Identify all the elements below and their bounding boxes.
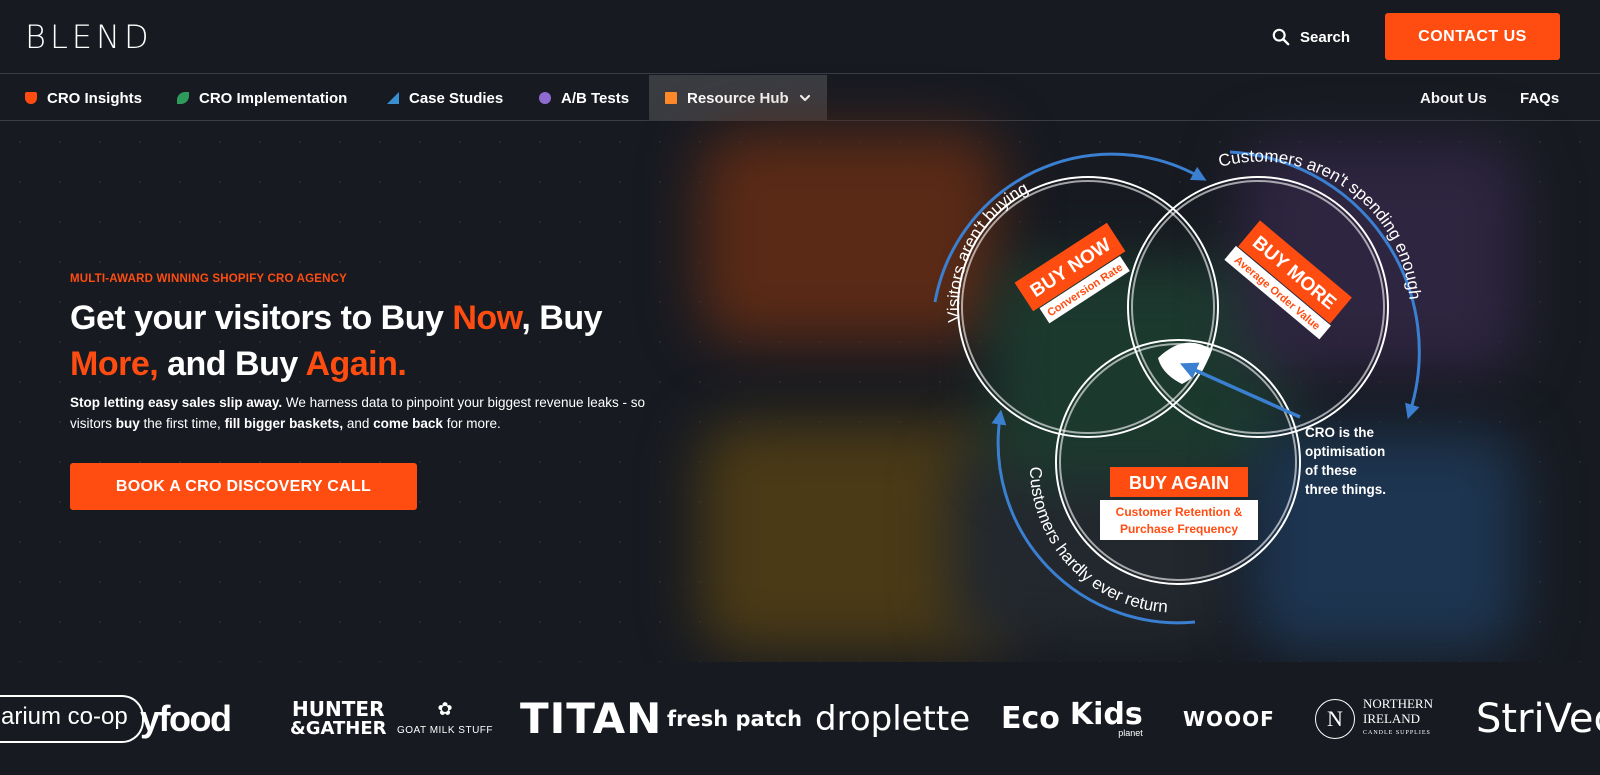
client-logo: ✿ GOAT MILK STUFF <box>397 662 493 775</box>
cro-note: CRO is the optimisation of these three t… <box>1305 425 1386 497</box>
logo-text: planet <box>1118 727 1143 738</box>
top-header: BLEND Search CONTACT US <box>0 0 1600 74</box>
flower-icon: ✿ <box>437 699 453 719</box>
nav-label: CRO Insights <box>47 89 143 107</box>
client-logo: HUNTER &GATHER <box>290 662 387 775</box>
client-logo: droplette <box>815 698 971 739</box>
buy-again-sublabel: Purchase Frequency <box>1120 522 1238 536</box>
subcopy-bold: fill bigger baskets, <box>224 416 344 431</box>
client-logo: N NORTHERN IRELAND CANDLE SUPPLIES <box>1315 662 1433 775</box>
logo-text-group: Kids planet <box>1069 696 1143 738</box>
nav-item-faqs[interactable]: FAQs <box>1520 75 1559 121</box>
nav-item-resource-hub[interactable]: Resource Hub <box>649 75 827 121</box>
logo-text: IRELAND <box>1363 711 1421 726</box>
subcopy-text: for more. <box>442 416 501 431</box>
nav-label: About Us <box>1420 89 1487 107</box>
hero-headline: Get your visitors to Buy Now, Buy More, … <box>70 295 690 387</box>
nav-item-case-studies[interactable]: Case Studies <box>387 75 503 121</box>
subcopy-text: and <box>343 416 374 431</box>
client-logo: fresh patch <box>667 706 803 731</box>
pointer-arrow <box>1180 362 1301 419</box>
buy-again-label: BUY AGAIN <box>1129 473 1229 493</box>
logo-text: HUNTER <box>292 696 385 721</box>
logo-text: GOAT MILK STUFF <box>397 725 494 736</box>
venn-intersection <box>1158 342 1212 384</box>
client-logo: arium co-op <box>0 662 144 775</box>
search-icon <box>1272 28 1290 46</box>
buy-more-badge: BUY MORE Average Order Value <box>1224 220 1352 340</box>
logo-text-group: NORTHERN IRELAND CANDLE SUPPLIES <box>1363 696 1433 741</box>
nav-label: A/B Tests <box>561 89 630 107</box>
nav-item-ab-tests[interactable]: A/B Tests <box>539 75 629 121</box>
arc-label-visitors: Visitors aren't buying <box>944 178 1031 323</box>
dot-icon <box>539 92 551 104</box>
headline-text: , Buy <box>521 299 602 337</box>
buy-again-sublabel: Customer Retention & <box>1116 505 1243 519</box>
nav-item-about-us[interactable]: About Us <box>1420 75 1487 121</box>
hero-section: MULTI-AWARD WINNING SHOPIFY CRO AGENCY G… <box>0 122 1600 662</box>
logo-text: &GATHER <box>290 717 387 739</box>
book-discovery-call-button[interactable]: BOOK A CRO DISCOVERY CALL <box>70 463 417 510</box>
nav-label: CRO Implementation <box>199 89 348 107</box>
triangle-icon <box>387 92 399 104</box>
chevron-down-icon <box>799 94 810 102</box>
cro-note-line: optimisation <box>1305 444 1385 459</box>
nav-label: Resource Hub <box>687 89 789 107</box>
headline-highlight: Again. <box>305 345 407 383</box>
logo-text: Kids <box>1069 696 1143 732</box>
shield-icon <box>25 92 37 104</box>
candle-monogram-icon: N <box>1315 698 1355 739</box>
headline-highlight: Now <box>452 299 522 337</box>
subcopy-bold: Stop letting easy sales slip away. <box>70 395 283 410</box>
client-logo: WOOOF <box>1183 706 1275 731</box>
cro-venn-diagram: Visitors aren't buying Customers aren't … <box>933 146 1425 625</box>
nav-item-cro-insights[interactable]: CRO Insights <box>25 75 142 121</box>
headline-text: Get your visitors to Buy <box>70 299 453 337</box>
venn-circle-buy-more <box>1131 180 1385 434</box>
blend-logo[interactable]: BLEND <box>25 20 153 54</box>
subcopy-bold: buy <box>115 416 140 431</box>
main-nav: CRO Insights CRO Implementation Case Stu… <box>0 75 1600 121</box>
logo-text: CANDLE SUPPLIES <box>1363 730 1431 736</box>
hero-subcopy: Stop letting easy sales slip away. We ha… <box>70 392 690 434</box>
leaf-icon <box>177 92 189 104</box>
square-icon <box>665 92 677 104</box>
cro-note-line: three things. <box>1305 482 1386 497</box>
venn-circle-buy-now <box>961 180 1215 434</box>
client-logo: StriVec <box>1476 695 1600 742</box>
headline-highlight: More, <box>70 345 159 383</box>
client-logo: yfood <box>140 697 232 739</box>
search-label: Search <box>1300 28 1351 46</box>
hero-eyebrow: MULTI-AWARD WINNING SHOPIFY CRO AGENCY <box>70 273 347 285</box>
contact-us-button[interactable]: CONTACT US <box>1385 13 1560 60</box>
subcopy-text: the first time, <box>139 416 225 431</box>
buy-again-badge: BUY AGAIN Customer Retention & Purchase … <box>1100 467 1258 540</box>
client-logos-strip: arium co-op yfood HUNTER &GATHER ✿ GOAT … <box>0 662 1600 775</box>
nav-label: Case Studies <box>409 89 504 107</box>
cro-note-line: CRO is the <box>1305 425 1375 440</box>
search-button[interactable]: Search <box>1272 22 1350 52</box>
logo-text: NORTHERN <box>1363 696 1433 711</box>
nav-item-cro-implementation[interactable]: CRO Implementation <box>177 75 347 121</box>
subcopy-bold: come back <box>373 416 443 431</box>
cro-note-line: of these <box>1305 463 1357 478</box>
client-logo: Eco Kids planet <box>1001 662 1143 775</box>
nav-label: FAQs <box>1520 89 1560 107</box>
client-logo: TITAN <box>520 694 663 743</box>
logo-text: Eco <box>1001 701 1060 736</box>
buy-now-badge: BUY NOW Conversion Rate <box>1014 222 1130 324</box>
headline-text: and Buy <box>158 345 306 383</box>
